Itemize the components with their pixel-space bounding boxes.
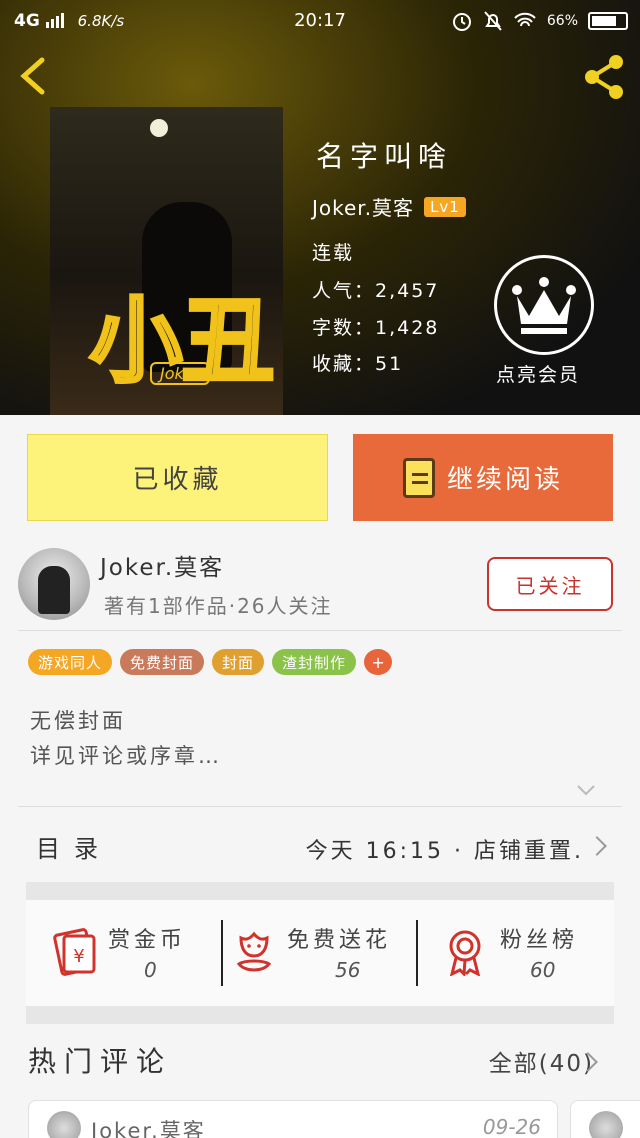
author-summary: 著有1部作品·26人关注 bbox=[104, 594, 333, 618]
toc-label: 目录 bbox=[36, 835, 112, 863]
cover-moon bbox=[150, 119, 168, 137]
author-avatar[interactable] bbox=[18, 548, 90, 620]
free-flower-label: 免费送花 bbox=[287, 928, 392, 953]
chevron-right-icon bbox=[587, 836, 607, 856]
fan-ranking-value: 60 bbox=[530, 958, 556, 982]
author-name[interactable]: Joker.莫客 bbox=[100, 548, 224, 582]
follow-button[interactable]: 已关注 bbox=[487, 557, 613, 611]
medal-icon bbox=[449, 930, 481, 976]
tag-item[interactable]: 封面 bbox=[212, 649, 265, 675]
tag-item[interactable]: 渣封制作 bbox=[272, 649, 357, 675]
continue-reading-label: 继续阅读 bbox=[446, 465, 563, 495]
vip-button[interactable] bbox=[494, 255, 594, 355]
comment-card[interactable]: Joker.莫客 09-26 bbox=[28, 1100, 558, 1138]
free-flower-value: 56 bbox=[335, 958, 361, 982]
table-of-contents-row[interactable]: 目录 今天 16:15 · 店铺重置. bbox=[26, 807, 614, 882]
fan-ranking-stat[interactable]: 粉丝榜 60 bbox=[418, 900, 614, 1006]
battery-percent: 66% bbox=[546, 13, 578, 29]
description-line-2: 详见评论或序章… bbox=[30, 744, 222, 768]
chevron-left-icon bbox=[20, 57, 45, 95]
wifi-icon bbox=[514, 12, 536, 27]
comment-avatar[interactable] bbox=[47, 1111, 81, 1138]
share-icon bbox=[585, 55, 623, 99]
book-author-line: Joker.莫客 Lv1 bbox=[312, 192, 466, 221]
free-flower-stat[interactable]: 免费送花 56 bbox=[223, 900, 416, 1006]
toc-latest-chapter: 今天 16:15 · 店铺重置. bbox=[305, 839, 584, 864]
comment-avatar[interactable] bbox=[589, 1111, 623, 1138]
divider bbox=[18, 630, 622, 631]
red-envelope-icon: ¥ bbox=[53, 928, 96, 976]
tag-item[interactable]: 游戏同人 bbox=[28, 649, 113, 675]
hot-comments-title: 热门评论 bbox=[28, 1045, 173, 1078]
collected-button[interactable]: 已收藏 bbox=[27, 434, 328, 521]
fan-ranking-label: 粉丝榜 bbox=[500, 928, 579, 953]
description-line-1: 无偿封面 bbox=[30, 709, 126, 733]
cover-tag: Joker bbox=[150, 362, 211, 385]
book-status: 连载 bbox=[312, 242, 355, 264]
reward-coins-label: 赏金币 bbox=[108, 928, 187, 953]
continue-reading-button[interactable]: 继续阅读 bbox=[353, 434, 613, 521]
share-button[interactable] bbox=[580, 52, 630, 102]
comment-date: 09-26 bbox=[482, 1115, 541, 1138]
tag-list: 游戏同人 免费封面 封面 渣封制作 + bbox=[28, 649, 393, 675]
book-popularity: 人气：2,457 bbox=[312, 280, 440, 302]
comment-card[interactable] bbox=[570, 1100, 640, 1138]
stats-bar: ¥ 赏金币 0 免费送花 56 粉丝榜 60 bbox=[26, 900, 614, 1006]
reward-coins-value: 0 bbox=[144, 958, 157, 982]
book-cover[interactable]: 小丑 Joker bbox=[50, 107, 283, 415]
crown-icon bbox=[512, 277, 576, 334]
book-word-count: 字数：1,428 bbox=[312, 317, 440, 339]
svg-text:¥: ¥ bbox=[73, 946, 84, 967]
book-icon bbox=[402, 457, 435, 498]
battery-icon bbox=[588, 12, 628, 30]
reward-coins-stat[interactable]: ¥ 赏金币 0 bbox=[26, 900, 221, 1006]
back-button[interactable] bbox=[14, 54, 54, 98]
book-author[interactable]: Joker.莫客 bbox=[312, 192, 414, 221]
flower-icon bbox=[236, 931, 272, 972]
status-bar: 4G 6.8K/s 20:17 66% bbox=[0, 0, 640, 44]
book-favorites: 收藏：51 bbox=[312, 353, 404, 375]
expand-chevron-icon[interactable] bbox=[576, 780, 596, 800]
level-badge: Lv1 bbox=[424, 196, 466, 217]
section-separator bbox=[26, 882, 614, 900]
add-tag-button[interactable]: + bbox=[364, 649, 393, 675]
mute-icon bbox=[484, 11, 502, 31]
section-separator bbox=[26, 1006, 614, 1024]
comment-author[interactable]: Joker.莫客 bbox=[91, 1115, 206, 1138]
vip-label[interactable]: 点亮会员 bbox=[496, 360, 580, 387]
book-title: 名字叫啥 bbox=[316, 140, 453, 173]
alarm-icon bbox=[452, 13, 471, 31]
book-header: 4G 6.8K/s 20:17 66% 小丑 Joker 名字叫啥 Joker.… bbox=[0, 0, 640, 415]
tag-item[interactable]: 免费封面 bbox=[120, 649, 205, 675]
